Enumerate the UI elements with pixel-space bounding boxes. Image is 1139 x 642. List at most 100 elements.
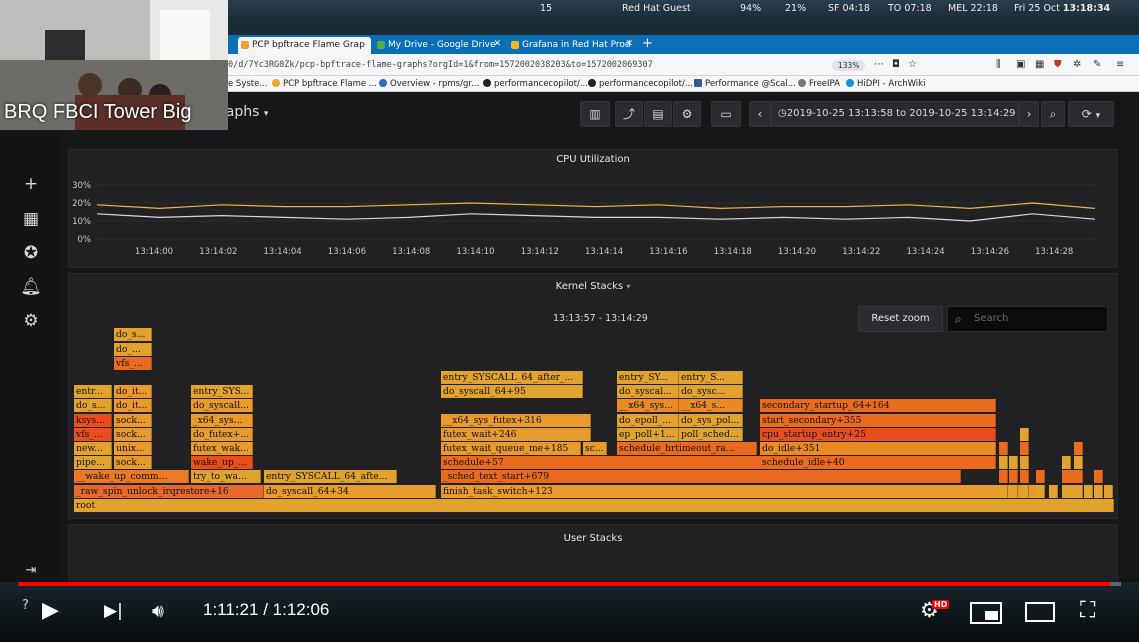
time-forward-button[interactable]: › (1019, 101, 1039, 127)
flame-frame[interactable]: entry_SY... (617, 371, 679, 384)
save-button[interactable]: ▤ (644, 101, 672, 127)
flame-frame[interactable]: pipe... (74, 456, 112, 470)
settings-icon[interactable]: ⚙ (20, 310, 42, 332)
extension-grid-icon[interactable]: ▦ (1035, 59, 1044, 70)
bookmark[interactable]: performancecopilot/... (483, 79, 588, 89)
flame-frame[interactable] (999, 442, 1008, 455)
flame-frame[interactable] (1074, 484, 1083, 498)
os-date[interactable]: Fri 25 Oct 13:18:34 (1014, 3, 1110, 14)
bookmark-star-icon[interactable]: ☆ (908, 59, 917, 70)
close-icon[interactable]: ✕ (493, 39, 501, 49)
flame-frame[interactable]: do_sysc... (679, 385, 743, 399)
flame-frame[interactable] (1074, 470, 1083, 484)
flame-frame[interactable]: wake_up_... (191, 456, 253, 470)
library-icon[interactable]: ⫼ (996, 59, 1001, 70)
pocket-icon[interactable]: ◘ (892, 59, 900, 70)
flame-frame[interactable]: try_to_wa... (191, 470, 261, 484)
flame-frame[interactable]: ksys... (74, 413, 112, 427)
flame-frame[interactable]: sock... (114, 413, 152, 427)
sidebar-icon[interactable]: ▣ (1016, 59, 1025, 70)
bookmark[interactable]: HiDPI - ArchWiki (846, 79, 925, 89)
plus-icon[interactable]: + (20, 173, 42, 195)
flame-frame[interactable]: unix... (114, 442, 152, 455)
time-back-button[interactable]: ‹ (749, 101, 771, 127)
flame-frame[interactable] (1062, 456, 1071, 470)
flame-frame[interactable]: finish_task_switch+123 (441, 484, 1041, 498)
flame-frame[interactable]: __x64_sys... (617, 399, 679, 413)
fullscreen-icon[interactable]: ⛶ (1080, 598, 1095, 623)
flame-frame[interactable]: entry_SYSCALL_64_after_... (441, 371, 583, 384)
flame-frame[interactable] (1036, 484, 1045, 498)
flame-frame[interactable] (1009, 470, 1018, 484)
flame-frame[interactable] (1074, 456, 1083, 470)
flame-frame[interactable] (1009, 484, 1018, 498)
flame-frame[interactable] (999, 456, 1008, 470)
flame-frame[interactable]: ep_poll+1... (617, 427, 679, 441)
play-icon[interactable]: ▶ (42, 598, 59, 623)
flame-frame[interactable]: root (74, 498, 1114, 512)
share-button[interactable]: ⤴ (615, 101, 643, 127)
flame-frame[interactable]: __wake_up_comm... (74, 470, 189, 484)
flame-frame[interactable]: _x64_sys... (191, 413, 253, 427)
flame-frame[interactable]: do_... (114, 342, 152, 356)
bookmark[interactable]: e Syste... (228, 79, 267, 89)
flame-frame[interactable] (1084, 484, 1093, 498)
flame-frame[interactable]: _sched_text_start+679 (441, 470, 961, 484)
flame-frame[interactable]: sock... (114, 427, 152, 441)
flame-frame[interactable] (1104, 484, 1113, 498)
miniplayer-icon[interactable] (970, 602, 1002, 624)
flame-frame[interactable]: do_s... (74, 399, 112, 413)
flame-frame[interactable] (999, 484, 1008, 498)
flame-frame[interactable] (1074, 442, 1083, 455)
flame-frame[interactable]: do_epoll_... (617, 413, 679, 427)
flame-frame[interactable] (1094, 470, 1103, 484)
flame-frame[interactable]: __x64_sys_futex+316 (441, 413, 591, 427)
flame-frame[interactable]: __x64_s... (679, 399, 743, 413)
flame-frame[interactable]: schedule_idle+40 (760, 456, 996, 470)
panel-title[interactable]: Kernel Stacks ▾ (69, 281, 1117, 292)
time-range-picker[interactable]: ◷2019-10-25 13:13:58 to 2019-10-25 13:14… (771, 101, 1024, 127)
flame-frame[interactable]: _raw_spin_unlock_irqrestore+16 (74, 484, 264, 498)
flame-frame[interactable]: vfs_... (74, 427, 112, 441)
close-icon[interactable]: ✕ (625, 39, 633, 49)
flame-frame[interactable] (1020, 442, 1029, 455)
flame-frame[interactable] (1020, 470, 1029, 484)
flame-frame[interactable]: start_secondary+355 (760, 413, 996, 427)
flame-frame[interactable]: new... (74, 442, 112, 455)
ublock-icon[interactable]: ⛊ (1054, 59, 1062, 70)
reset-zoom-button[interactable]: Reset zoom (858, 306, 943, 332)
flame-frame[interactable] (999, 470, 1008, 484)
flame-frame[interactable] (1020, 484, 1029, 498)
menu-icon[interactable]: ≡ (1116, 59, 1124, 70)
explore-icon[interactable]: ✪ (20, 242, 42, 264)
url-input[interactable]: 0/d/7Yc3RG0Zk/pcp-bpftrace-flame-graphs?… (228, 60, 653, 70)
flame-frame[interactable]: do_syscall_64+34 (264, 484, 436, 498)
bookmark[interactable]: Overview - rpms/gr... (379, 79, 479, 89)
flame-frame[interactable]: sock... (114, 456, 152, 470)
zoom-level[interactable]: 133% (832, 60, 866, 71)
flame-frame[interactable]: poll_sched... (679, 427, 743, 441)
flame-frame[interactable]: schedule_hrtimeout_ra... (617, 442, 757, 455)
flame-frame[interactable]: do_syscal... (617, 385, 679, 399)
flame-frame[interactable]: schedule+57 (441, 456, 761, 470)
page-actions-icon[interactable]: ⋯ (874, 59, 884, 70)
flame-frame[interactable] (1049, 484, 1058, 498)
flame-frame[interactable]: entry_SYS... (191, 385, 253, 399)
tv-mode-button[interactable]: ▭ (711, 101, 741, 127)
bookmark[interactable]: PCP bpftrace Flame ... (272, 79, 377, 89)
flame-frame[interactable]: futex_wait_queue_me+185 (441, 442, 581, 455)
bookmark[interactable]: performancecopilot/... (588, 79, 693, 89)
flame-frame[interactable]: secondary_startup_64+164 (760, 399, 996, 413)
dashboards-icon[interactable]: ▦ (20, 208, 42, 230)
zoom-out-button[interactable]: ⌕ (1041, 101, 1065, 127)
refresh-button[interactable]: ⟳ ▾ (1068, 101, 1114, 127)
os-cpu[interactable]: 21% (785, 3, 806, 14)
flame-frame[interactable]: vfs_... (114, 356, 152, 370)
flame-frame[interactable] (1009, 456, 1018, 470)
flame-frame[interactable]: futex_wait+246 (441, 427, 591, 441)
progress-bar[interactable] (18, 582, 1121, 586)
help-icon[interactable]: ? (22, 598, 29, 613)
flame-frame[interactable]: entr... (74, 385, 112, 399)
new-tab-plus-icon[interactable]: + (642, 36, 653, 51)
flame-frame[interactable]: sc... (583, 442, 607, 455)
